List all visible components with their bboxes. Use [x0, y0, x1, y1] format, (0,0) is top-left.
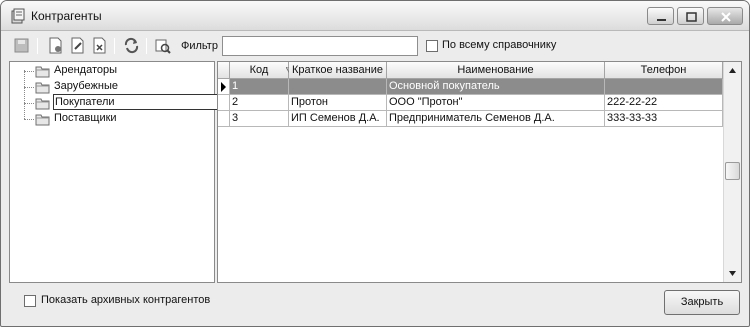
cell-short-name[interactable] [289, 79, 387, 95]
title-bar[interactable]: Контрагенты [1, 1, 749, 31]
cell-code[interactable]: 2 [230, 95, 289, 111]
maximize-icon [686, 12, 697, 22]
row-indicator [218, 95, 230, 111]
folder-icon [35, 98, 50, 110]
tree-item-buyers[interactable]: Покупатели [18, 94, 219, 111]
folder-icon [35, 66, 50, 78]
category-tree: Арендаторы Зарубежные Покупатели Поставщ… [9, 61, 219, 283]
minimize-button[interactable] [647, 7, 674, 25]
folder-icon [35, 82, 50, 94]
close-window-button[interactable] [707, 7, 743, 25]
search-all-label[interactable]: По всему справочнику [442, 39, 556, 51]
close-icon [721, 12, 731, 22]
show-archived-label[interactable]: Показать архивных контрагентов [41, 294, 210, 306]
close-button[interactable]: Закрыть [664, 290, 740, 315]
cell-phone[interactable]: 222-22-22 [605, 95, 723, 111]
cell-code[interactable]: 3 [230, 111, 289, 127]
tree-item-tenants[interactable]: Арендаторы [18, 63, 213, 79]
new-document-icon[interactable] [47, 37, 64, 54]
tree-item-suppliers[interactable]: Поставщики [18, 111, 213, 127]
filter-label: Фильтр [181, 40, 218, 52]
column-header-code[interactable]: Код [230, 62, 293, 79]
tree-item-foreign[interactable]: Зарубежные [18, 79, 213, 95]
counterparties-table: Код Краткое название Наименование Телефо… [217, 61, 742, 283]
column-header-short-name[interactable]: Краткое название [289, 62, 387, 79]
app-icon [10, 8, 26, 24]
row-indicator [218, 111, 230, 127]
refresh-icon[interactable] [123, 37, 140, 54]
vertical-scrollbar[interactable] [723, 62, 741, 282]
delete-icon[interactable] [91, 37, 108, 54]
cell-short-name[interactable]: ИП Семенов Д.А. [289, 111, 387, 127]
column-header-name[interactable]: Наименование [387, 62, 605, 79]
column-header-phone[interactable]: Телефон [605, 62, 723, 79]
counterparties-window: Контрагенты Фильтр По всему справочнику … [0, 0, 750, 327]
filter-input[interactable] [222, 36, 418, 56]
maximize-button[interactable] [677, 7, 704, 25]
window-title: Контрагенты [31, 9, 102, 23]
tree-item-label: Арендаторы [54, 64, 117, 76]
scroll-down-icon[interactable] [724, 265, 741, 282]
save-icon[interactable] [13, 37, 30, 54]
edit-icon[interactable] [69, 37, 86, 54]
cell-name[interactable]: ООО "Протон" [387, 95, 605, 111]
cell-phone[interactable]: 333-33-33 [605, 111, 723, 127]
cell-name[interactable]: Предприниматель Семенов Д.А. [387, 111, 605, 127]
toolbar-separator [146, 38, 147, 54]
cell-name[interactable]: Основной покупатель [387, 79, 605, 95]
cell-phone[interactable] [605, 79, 723, 95]
tree-item-label: Поставщики [54, 112, 117, 124]
toolbar-separator [114, 38, 115, 54]
show-archived-checkbox[interactable] [24, 295, 36, 307]
toolbar-separator [37, 38, 38, 54]
cell-code[interactable]: 1 [230, 79, 289, 95]
scrollbar-thumb[interactable] [725, 162, 740, 180]
row-indicator-header [218, 62, 230, 79]
scroll-up-icon[interactable] [724, 62, 741, 79]
current-row-indicator [218, 79, 230, 95]
print-preview-icon[interactable] [154, 37, 171, 54]
cell-short-name[interactable]: Протон [289, 95, 387, 111]
search-all-checkbox[interactable] [426, 40, 438, 52]
toolbar: Фильтр [1, 32, 749, 60]
minimize-icon [657, 19, 666, 21]
tree-item-label: Покупатели [53, 94, 219, 110]
folder-icon [35, 114, 50, 126]
tree-item-label: Зарубежные [54, 80, 119, 92]
row-pointer-icon [221, 82, 226, 92]
